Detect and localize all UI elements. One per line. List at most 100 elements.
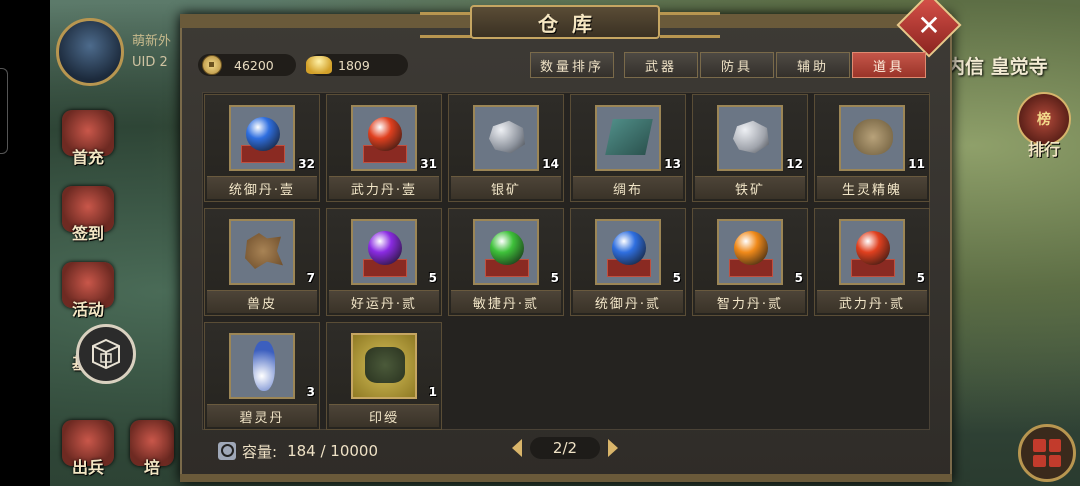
location-banner: 内信 皇觉寺 — [946, 56, 1048, 78]
spirit-mask-icon — [853, 119, 893, 155]
side-button-label: 首充 — [71, 148, 104, 167]
item-frame — [473, 105, 539, 171]
dispatch-troops-button[interactable]: 出兵 — [56, 420, 120, 478]
ore-icon — [733, 120, 769, 154]
capacity-value: 184 / 10000 — [287, 442, 378, 460]
package-menu-button[interactable] — [76, 324, 136, 384]
box-icon — [92, 338, 120, 370]
ranking-label: 排行 — [1027, 140, 1060, 159]
item-name: 绸布 — [573, 176, 683, 199]
seal-icon — [365, 347, 405, 383]
item-count: 32 — [298, 157, 315, 171]
side-button-label: 签到 — [71, 224, 104, 243]
menu-tile — [1033, 454, 1046, 467]
inventory-slot[interactable]: 12 铁矿 — [692, 94, 808, 202]
inventory-slot[interactable]: 31 武力丹·壹 — [326, 94, 442, 202]
item-name: 兽皮 — [207, 290, 317, 313]
item-name: 生灵精魄 — [817, 176, 927, 199]
item-count: 5 — [672, 271, 681, 285]
inventory-slot[interactable]: 7 兽皮 — [204, 208, 320, 316]
gold-ingot-icon — [306, 56, 332, 74]
item-frame — [351, 219, 417, 285]
uid-prefix: UID — [132, 55, 156, 70]
item-count: 14 — [542, 157, 559, 171]
item-frame — [717, 219, 783, 285]
item-name: 统御丹·贰 — [573, 290, 683, 313]
item-frame — [839, 219, 905, 285]
capacity-label: 容量: — [242, 442, 278, 461]
vase-icon — [253, 341, 275, 391]
inventory-slot[interactable]: 5 武力丹·贰 — [814, 208, 930, 316]
inventory-slot[interactable]: 3 碧灵丹 — [204, 322, 320, 430]
item-frame — [839, 105, 905, 171]
tab-items[interactable]: 道具 — [852, 52, 926, 78]
orb — [246, 117, 280, 151]
inventory-slot[interactable]: 5 好运丹·贰 — [326, 208, 442, 316]
tab-armor[interactable]: 防具 — [700, 52, 774, 78]
orb — [490, 231, 524, 265]
inventory-slot[interactable]: 1 印绶 — [326, 322, 442, 430]
item-count: 11 — [908, 157, 925, 171]
close-icon[interactable]: ✕ — [906, 2, 952, 48]
item-count: 5 — [794, 271, 803, 285]
inventory-slot[interactable]: 5 敏捷丹·贰 — [448, 208, 564, 316]
item-name: 好运丹·贰 — [329, 290, 439, 313]
item-frame — [229, 333, 295, 399]
next-page-icon[interactable] — [608, 439, 618, 457]
player-name: 萌新外 — [132, 34, 172, 49]
inventory-slot[interactable]: 32 统御丹·壹 — [204, 94, 320, 202]
prev-page-icon[interactable] — [512, 439, 522, 457]
item-count: 1 — [428, 385, 437, 399]
ranking-badge: 榜 — [1037, 112, 1051, 128]
item-frame — [595, 219, 661, 285]
main-menu-button[interactable] — [1018, 424, 1076, 482]
item-count: 3 — [306, 385, 315, 399]
orb — [368, 117, 402, 151]
item-count: 5 — [550, 271, 559, 285]
item-frame — [351, 333, 417, 399]
item-name: 统御丹·壹 — [207, 176, 317, 199]
item-count: 12 — [786, 157, 803, 171]
side-button-label: 出兵 — [71, 458, 104, 477]
player-avatar[interactable] — [56, 18, 124, 86]
search-icon[interactable] — [218, 442, 236, 460]
copper-amount: 46200 — [234, 57, 274, 73]
orb — [734, 231, 768, 265]
item-name: 敏捷丹·贰 — [451, 290, 561, 313]
gold-amount: 1809 — [338, 57, 370, 73]
cloth-icon — [605, 119, 653, 155]
orb — [368, 231, 402, 265]
inventory-slot[interactable]: 11 生灵精魄 — [814, 94, 930, 202]
inventory-slot[interactable]: 13 绸布 — [570, 94, 686, 202]
inventory-slot[interactable]: 5 智力丹·贰 — [692, 208, 808, 316]
item-count: 13 — [664, 157, 681, 171]
capacity-display: 容量: 184 / 10000 — [218, 440, 378, 462]
orb — [856, 231, 890, 265]
item-name: 智力丹·贰 — [695, 290, 805, 313]
panel-title: 仓库 — [538, 11, 606, 36]
first-recharge-button[interactable]: 首充 — [56, 110, 120, 168]
item-frame — [229, 219, 295, 285]
inventory-slot[interactable]: 14 银矿 — [448, 94, 564, 202]
ranking-button[interactable]: 榜 排行 — [1014, 92, 1074, 160]
item-frame — [595, 105, 661, 171]
left-bezel — [0, 0, 50, 486]
item-name: 银矿 — [451, 176, 561, 199]
menu-tile — [1048, 454, 1061, 467]
train-button[interactable]: 培 — [126, 420, 178, 478]
sign-in-button[interactable]: 签到 — [56, 186, 120, 244]
sort-by-quantity-button[interactable]: 数量排序 — [530, 52, 614, 78]
item-name: 印绶 — [329, 404, 439, 427]
tab-accessories[interactable]: 辅助 — [776, 52, 850, 78]
beast-hide-icon — [245, 233, 283, 269]
item-frame — [229, 105, 295, 171]
item-count: 7 — [306, 271, 315, 285]
events-button[interactable]: 活动 — [56, 262, 120, 320]
uid-label: UID 2 — [132, 55, 168, 70]
item-frame — [473, 219, 539, 285]
side-button-label: 活动 — [71, 300, 104, 319]
item-name: 武力丹·贰 — [817, 290, 927, 313]
inventory-slot[interactable]: 5 统御丹·贰 — [570, 208, 686, 316]
tab-weapons[interactable]: 武器 — [624, 52, 698, 78]
panel-bottom-trim — [180, 474, 952, 482]
